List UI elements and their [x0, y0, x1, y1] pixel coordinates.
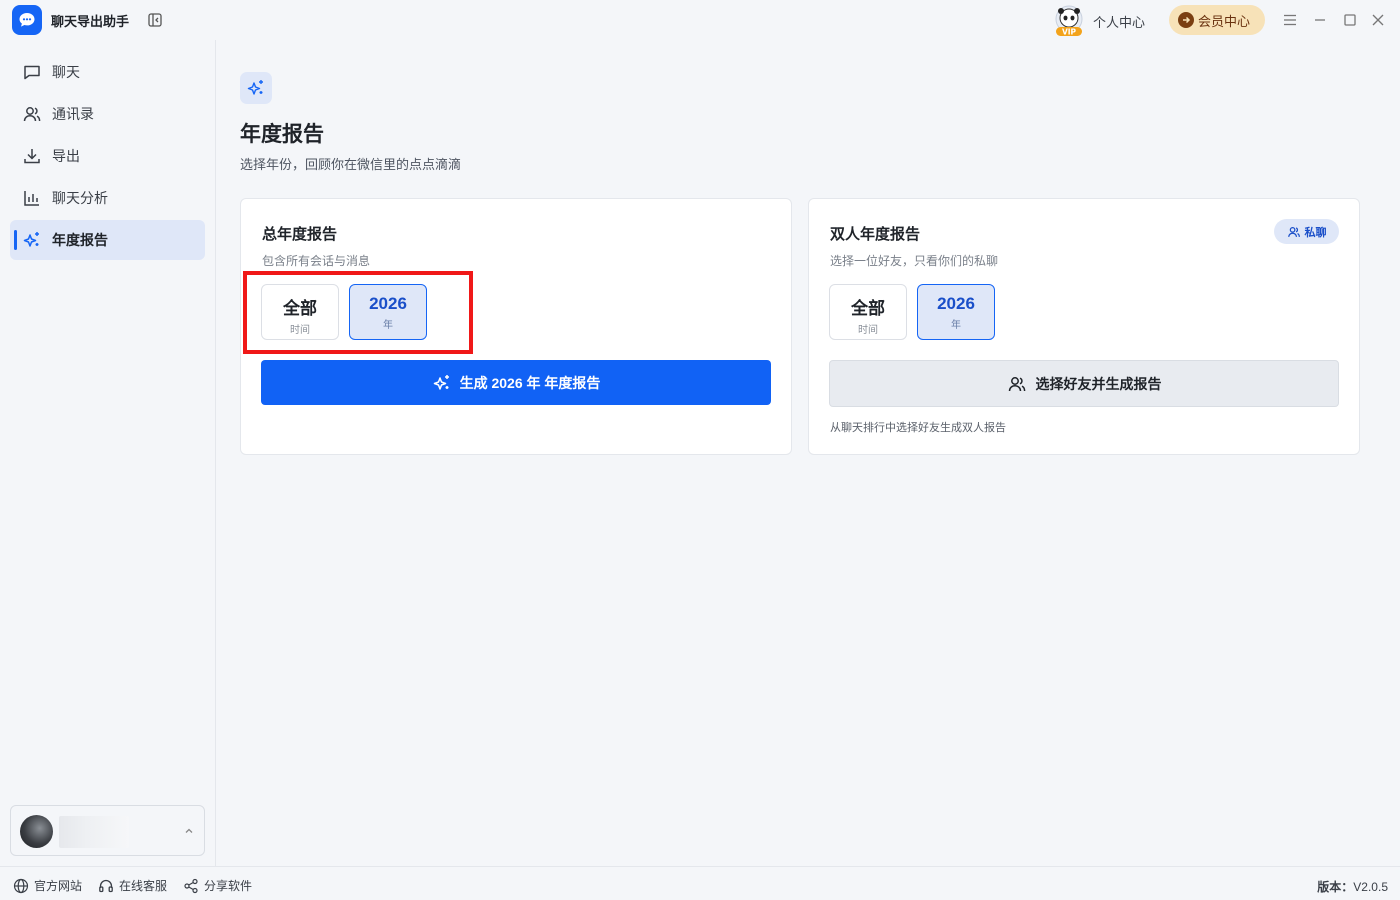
member-center-label: 会员中心	[1198, 13, 1251, 29]
globe-icon	[13, 878, 29, 893]
generate-report-label: 生成 2026 年 年度报告	[459, 374, 601, 391]
headset-icon	[99, 879, 113, 892]
highlight-annotation	[243, 271, 473, 354]
sidebar-item-export[interactable]: 导出	[10, 136, 205, 176]
share-software-link[interactable]: 分享软件	[183, 877, 252, 894]
option-all-time[interactable]: 全部 时间	[829, 284, 907, 340]
share-icon	[184, 878, 198, 893]
app-logo-icon	[12, 5, 42, 35]
avatar	[20, 815, 53, 848]
page-subtitle: 选择年份，回顾你在微信里的点点滴滴	[240, 157, 462, 172]
vip-label: VIP	[1062, 28, 1077, 37]
sidebar-collapse-icon[interactable]	[147, 12, 163, 28]
card-title: 双人年度报告	[830, 226, 921, 243]
option-sub-label: 年	[951, 320, 961, 331]
select-friend-button[interactable]: 选择好友并生成报告	[829, 360, 1339, 407]
menu-icon[interactable]	[1282, 12, 1298, 28]
option-main-label: 2026	[937, 294, 975, 313]
sparkle-icon	[22, 230, 42, 250]
bar-chart-icon	[22, 188, 42, 208]
official-website-link[interactable]: 官方网站	[13, 877, 82, 894]
title-bar: 聊天导出助手 VIP 个人中心 会员中心	[0, 0, 1400, 40]
generate-report-button[interactable]: 生成 2026 年 年度报告	[261, 360, 771, 405]
app-title: 聊天导出助手	[51, 14, 130, 29]
online-support-link[interactable]: 在线客服	[98, 877, 167, 894]
user-name-redacted	[59, 816, 129, 848]
footer-link-label: 在线客服	[119, 879, 168, 893]
card-desc: 选择一位好友，只看你们的私聊	[830, 254, 999, 268]
chevron-up-icon	[183, 824, 195, 836]
personal-center-link[interactable]: 个人中心	[1093, 12, 1145, 31]
sparkle-icon	[240, 72, 272, 104]
sidebar-item-label: 通讯录	[52, 106, 94, 122]
sidebar-item-chat-analysis[interactable]: 聊天分析	[10, 178, 205, 218]
option-year-2026[interactable]: 2026 年	[917, 284, 995, 340]
card-title: 总年度报告	[262, 226, 338, 243]
sidebar-item-label: 聊天	[52, 64, 80, 80]
card-desc: 包含所有会话与消息	[262, 254, 371, 268]
contacts-icon	[22, 104, 42, 124]
vip-avatar-icon[interactable]: VIP	[1052, 4, 1086, 38]
main-content: 年度报告 选择年份，回顾你在微信里的点点滴滴 总年度报告 包含所有会话与消息 全…	[216, 40, 1400, 866]
sidebar: 聊天 通讯录 导出 聊天分析 年度报告	[0, 40, 216, 866]
footer-link-label: 官方网站	[34, 879, 83, 893]
option-sub-label: 时间	[858, 325, 878, 336]
card-note: 从聊天排行中选择好友生成双人报告	[830, 422, 1006, 434]
arrow-right-icon	[1178, 12, 1194, 28]
active-indicator	[14, 230, 17, 250]
private-chat-badge: 私聊	[1274, 219, 1339, 244]
sidebar-item-label: 聊天分析	[52, 190, 108, 206]
user-profile-card[interactable]	[10, 805, 205, 856]
select-friend-label: 选择好友并生成报告	[1035, 375, 1162, 392]
version-info: 版本：V2.0.5	[1317, 878, 1388, 895]
sidebar-item-label: 年度报告	[52, 232, 108, 248]
version-label: 版本：	[1317, 880, 1354, 894]
contacts-icon	[1008, 376, 1025, 391]
maximize-icon[interactable]	[1342, 12, 1358, 28]
footer-link-label: 分享软件	[204, 879, 253, 893]
close-icon[interactable]	[1370, 12, 1386, 28]
sidebar-item-label: 导出	[52, 148, 80, 164]
contacts-icon	[1287, 226, 1300, 237]
chat-bubble-icon	[22, 62, 42, 82]
dual-annual-report-card: 双人年度报告 私聊 选择一位好友，只看你们的私聊 全部 时间 2026 年 选择…	[808, 198, 1360, 455]
private-chat-label: 私聊	[1304, 226, 1327, 239]
sidebar-item-annual-report[interactable]: 年度报告	[10, 220, 205, 260]
page-title: 年度报告	[240, 123, 324, 146]
option-main-label: 全部	[851, 299, 885, 318]
member-center-button[interactable]: 会员中心	[1169, 5, 1265, 35]
minimize-icon[interactable]	[1312, 12, 1328, 28]
download-icon	[22, 146, 42, 166]
sidebar-item-chat[interactable]: 聊天	[10, 52, 205, 92]
sparkle-icon	[433, 374, 449, 390]
version-number: V2.0.5	[1353, 880, 1388, 894]
sidebar-item-contacts[interactable]: 通讯录	[10, 94, 205, 134]
footer: 官方网站 在线客服 分享软件 版本：V2.0.5	[0, 866, 1400, 900]
